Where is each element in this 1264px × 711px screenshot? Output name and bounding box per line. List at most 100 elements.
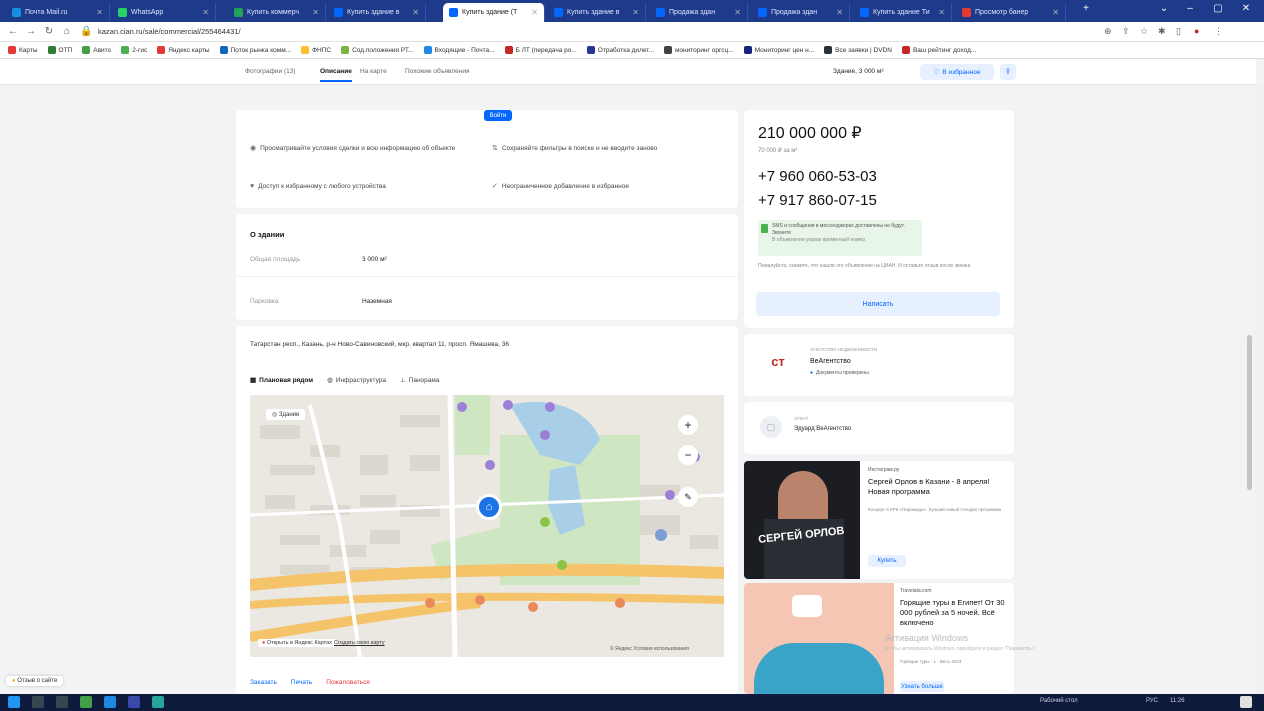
bookmark-item[interactable]: Мониторинг цен н...	[743, 46, 814, 54]
subnav-similar[interactable]: Похожие объявления	[405, 68, 470, 75]
browser-tab[interactable]: Почта Mail.ru ✕	[6, 3, 110, 22]
close-icon[interactable]: ✕	[531, 8, 538, 17]
close-icon[interactable]: ✕	[312, 8, 319, 17]
close-icon[interactable]: ✕	[1052, 8, 1059, 17]
close-icon[interactable]: ✕	[96, 8, 103, 17]
task-view-icon[interactable]	[56, 696, 68, 708]
map-tab-infrastructure[interactable]: ◍ Инфраструктура	[327, 376, 386, 385]
home-icon[interactable]: ⌂	[62, 26, 72, 37]
maximize-icon[interactable]: ▢	[1204, 3, 1232, 14]
order-link[interactable]: Заказать	[250, 679, 277, 686]
location-marker-icon[interactable]: ⌂	[476, 494, 502, 520]
ad-image-1: СЕРГЕЙ ОРЛОВ	[744, 461, 860, 579]
back-icon[interactable]: ←	[8, 26, 18, 37]
forward-icon[interactable]: →	[26, 26, 36, 37]
bookmark-item[interactable]: мониторинг оргсц...	[663, 46, 734, 54]
bookmark-item[interactable]: Сод.положения РТ...	[341, 46, 414, 54]
bookmark-item[interactable]: Входящие - Почта...	[423, 46, 495, 54]
app-icon[interactable]	[128, 696, 140, 708]
map-tab-panorama[interactable]: ⊥ Панорама	[400, 376, 439, 385]
map-view[interactable]: ◎ Здание + − ✎ ⌂ ● Открыть в Яндекс Карт…	[250, 395, 724, 657]
close-window-icon[interactable]: ✕	[1232, 3, 1260, 14]
login-button[interactable]: Войти	[484, 110, 512, 121]
language-indicator[interactable]: РУС	[1146, 698, 1158, 704]
page-scrollbar[interactable]	[1256, 85, 1264, 694]
search-icon[interactable]	[32, 696, 44, 708]
reload-icon[interactable]: ↻	[44, 26, 54, 37]
site-feedback-button[interactable]: ● Отзыв о сайте	[6, 676, 64, 686]
ruler-icon[interactable]: ✎	[678, 487, 698, 507]
notifications-icon[interactable]	[1240, 696, 1252, 708]
browser-tab[interactable]: Просмотр банер ✕	[956, 3, 1066, 22]
browser-tab[interactable]: WhatsApp ✕	[112, 3, 216, 22]
ad-cta-button[interactable]: Узнать больше	[900, 681, 944, 692]
cian-favicon-icon	[860, 8, 869, 17]
open-yandex-maps-link[interactable]: ● Открыть в Яндекс Картах	[258, 639, 336, 647]
zoom-out-button[interactable]: −	[678, 445, 698, 465]
browser-tab[interactable]: Купить коммерч ✕	[228, 3, 326, 22]
clock[interactable]: 11:26	[1170, 698, 1185, 704]
start-icon[interactable]	[8, 696, 20, 708]
minimize-icon[interactable]: –	[1176, 3, 1204, 14]
bookmark-item[interactable]: Б ЛТ (передача ро...	[504, 46, 577, 54]
translate-icon[interactable]: ⊕	[1104, 26, 1112, 37]
scrollbar-thumb[interactable]	[1247, 335, 1252, 490]
bookmark-item[interactable]: Карты	[8, 46, 38, 54]
browser-tab[interactable]: Купить здание Ти ✕	[854, 3, 952, 22]
close-icon[interactable]: ✕	[412, 8, 419, 17]
agency-card[interactable]: ст АГЕНТСТВО НЕДВИЖИМОСТИ ВеАгентство ● Д…	[744, 334, 1014, 396]
write-message-button[interactable]: Написать	[756, 292, 1000, 316]
bookmark-item[interactable]: 2-гис	[121, 46, 147, 54]
new-tab-button[interactable]: +	[1072, 3, 1100, 14]
close-icon[interactable]: ✕	[836, 8, 843, 17]
bookmark-item[interactable]: Поток рынка комм...	[219, 46, 291, 54]
subnav-photos[interactable]: Фотографии (13)	[245, 68, 296, 75]
close-icon[interactable]: ✕	[734, 8, 741, 17]
star-icon[interactable]: ☆	[1140, 26, 1148, 37]
bookmark-item[interactable]: ФНПС	[301, 46, 331, 54]
report-link[interactable]: Пожаловаться	[326, 679, 370, 686]
subnav-description[interactable]: Описание	[320, 68, 352, 82]
share-page-icon[interactable]: ⇪	[1122, 26, 1130, 37]
app-icon[interactable]	[152, 696, 164, 708]
bookmark-item[interactable]: Все заявки | DVDN	[824, 46, 892, 54]
bookmark-favicon-icon	[586, 46, 595, 54]
sidebar-icon[interactable]: ▯	[1176, 26, 1181, 37]
print-link[interactable]: Печать	[291, 679, 312, 686]
subnav-map[interactable]: На карте	[360, 68, 387, 75]
add-to-favorites-button[interactable]: ♡ В избранное	[920, 64, 994, 80]
close-icon[interactable]: ✕	[202, 8, 209, 17]
ad-cta-button[interactable]: Купить	[868, 555, 906, 567]
zoom-in-button[interactable]: +	[678, 415, 698, 435]
browser-app-icon[interactable]	[104, 696, 116, 708]
menu-icon[interactable]: ⋮	[1214, 26, 1223, 37]
bookmark-item[interactable]: Яндекс карты	[157, 46, 210, 54]
bookmark-item[interactable]: ОТП	[47, 46, 72, 54]
browser-tab[interactable]: Купить здание в ✕	[548, 3, 646, 22]
map-chip-building[interactable]: ◎ Здание	[266, 409, 306, 420]
phone-number-2[interactable]: +7 917 860-07-15	[758, 192, 877, 209]
chevron-down-icon[interactable]: ⌄	[1150, 3, 1178, 14]
close-icon[interactable]: ✕	[632, 8, 639, 17]
browser-tab[interactable]: Продажа здан ✕	[650, 3, 748, 22]
browser-tab[interactable]: Продажа здан ✕	[752, 3, 850, 22]
bookmark-item[interactable]: Отработка дилет...	[586, 46, 654, 54]
agent-card[interactable]: ▢ АГЕНТ Эдуард ВеАгентство	[744, 402, 1014, 454]
map-chip-label: Здание	[278, 412, 300, 418]
browser-tab[interactable]: Купить здание в ✕	[328, 3, 426, 22]
bookmark-item[interactable]: Ваш рейтинг доход...	[901, 46, 976, 54]
profile-avatar-icon[interactable]: ●	[1194, 26, 1199, 36]
bookmark-item[interactable]: Авито	[82, 46, 111, 54]
app-icon[interactable]	[80, 696, 92, 708]
url-field[interactable]: kazan.cian.ru/sale/commercial/255464431/	[98, 27, 241, 36]
close-icon[interactable]: ✕	[938, 8, 945, 17]
create-map-link[interactable]: Создать свою карту	[334, 640, 385, 646]
ad-banner-1[interactable]: СЕРГЕЙ ОРЛОВ Инстаграм.ру Сергей Орлов в…	[744, 461, 1014, 579]
taskbar-desktop-label[interactable]: Рабочий стол	[1040, 698, 1078, 704]
phone-number-1[interactable]: +7 960 060-53-03	[758, 168, 877, 185]
extension-icon[interactable]: ✱	[1158, 26, 1166, 37]
map-tab-nearby[interactable]: ▦ Плановая рядом	[250, 376, 313, 385]
share-button[interactable]: ⇪	[1000, 64, 1016, 80]
browser-tab-active[interactable]: Купить здание (Т ✕	[443, 3, 545, 22]
address-bar: ← → ↻ ⌂ 🔒 kazan.cian.ru/sale/commercial/…	[0, 22, 1264, 42]
